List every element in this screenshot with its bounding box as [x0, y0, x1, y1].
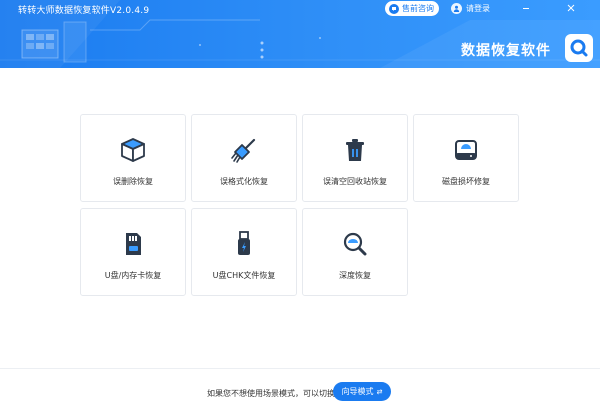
footer-divider: [0, 368, 600, 369]
close-icon[interactable]: [565, 2, 577, 14]
mode-label: 误格式化恢复: [220, 177, 268, 186]
trash-icon: [338, 133, 372, 167]
mode-label: 深度恢复: [339, 271, 371, 280]
mode-card-sdcard[interactable]: U盘/内存卡恢复: [80, 208, 186, 296]
footer-hint: 如果您不想使用场景模式，可以切换至: [207, 389, 343, 398]
mode-card-chk[interactable]: U盘CHK文件恢复: [191, 208, 297, 296]
login-button[interactable]: 请登录: [451, 1, 490, 16]
mode-label: U盘/内存卡恢复: [104, 271, 162, 280]
guide-mode-label: 向导模式: [341, 387, 374, 396]
mode-card-recycle-bin[interactable]: 误清空回收站恢复: [302, 114, 408, 202]
chat-icon: [389, 3, 399, 14]
sdcard-icon: [116, 227, 150, 261]
mode-label: 误删除恢复: [113, 177, 153, 186]
broom-icon: [227, 133, 261, 167]
brand-title: 数据恢复软件: [461, 43, 551, 59]
mode-label: 误清空回收站恢复: [323, 177, 387, 186]
mode-card-format[interactable]: 误格式化恢复: [191, 114, 297, 202]
brand-logo-icon: [565, 34, 593, 62]
guide-mode-button[interactable]: 向导模式 ⇄: [333, 382, 391, 401]
title-bar: 转转大师数据恢复软件V2.0.4.9 售前咨询 请登录 数据恢复软件: [0, 0, 600, 68]
login-label: 请登录: [466, 4, 490, 13]
magnifier-icon: [338, 227, 372, 261]
user-icon: [451, 3, 462, 14]
mode-label: 磁盘损坏修复: [442, 177, 490, 186]
app-title: 转转大师数据恢复软件V2.0.4.9: [18, 6, 150, 16]
mode-card-deep[interactable]: 深度恢复: [302, 208, 408, 296]
minimize-icon[interactable]: [520, 2, 532, 14]
mode-card-deleted[interactable]: 误删除恢复: [80, 114, 186, 202]
box-icon: [116, 133, 150, 167]
usb-icon: [227, 227, 261, 261]
disk-icon: [449, 133, 483, 167]
consult-button[interactable]: 售前咨询: [385, 1, 439, 16]
mode-card-disk-repair[interactable]: 磁盘损坏修复: [413, 114, 519, 202]
consult-label: 售前咨询: [402, 4, 434, 13]
mode-label: U盘CHK文件恢复: [212, 271, 276, 280]
swap-icon: ⇄: [376, 387, 383, 396]
